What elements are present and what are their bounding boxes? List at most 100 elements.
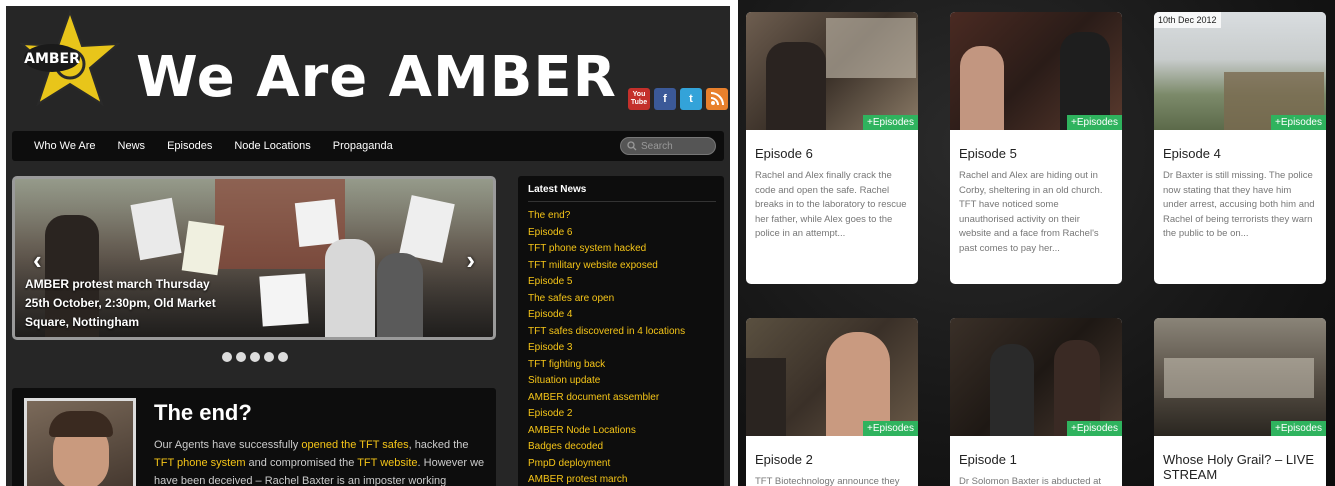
scene-shape bbox=[990, 344, 1034, 436]
news-item[interactable]: TFT safes discovered in 4 locations bbox=[528, 324, 716, 341]
scene-shape bbox=[746, 358, 786, 436]
slider-next-arrow-icon[interactable]: › bbox=[466, 245, 475, 276]
slider-dot[interactable] bbox=[236, 352, 246, 362]
main-nav: Who We Are News Episodes Node Locations … bbox=[12, 131, 724, 161]
news-item[interactable]: The safes are open bbox=[528, 291, 716, 308]
logo-text: AMBER bbox=[24, 51, 80, 67]
episodes-badge[interactable]: +Episodes bbox=[1271, 421, 1326, 436]
news-item[interactable]: PmpD deployment bbox=[528, 456, 716, 473]
latest-news-panel: Latest News The end? Episode 6 TFT phone… bbox=[518, 176, 724, 486]
rss-icon[interactable] bbox=[706, 88, 728, 110]
slide-caption[interactable]: AMBER protest march Thursday 25th Octobe… bbox=[25, 275, 235, 332]
news-item[interactable]: Episode 2 bbox=[528, 406, 716, 423]
episode-title[interactable]: Whose Holy Grail? – LIVE STREAM bbox=[1163, 452, 1318, 482]
news-item[interactable]: Situation update bbox=[528, 373, 716, 390]
episode-description: Rachel and Alex finally crack the code a… bbox=[755, 170, 907, 239]
slider-prev-arrow-icon[interactable]: ‹ bbox=[33, 245, 42, 276]
amber-logo[interactable]: AMBER bbox=[16, 8, 124, 118]
search-input[interactable] bbox=[641, 140, 711, 152]
episode-thumbnail[interactable]: 10th Dec 2012 +Episodes bbox=[1154, 12, 1326, 130]
episode-thumbnail[interactable]: +Episodes bbox=[950, 318, 1122, 436]
article-text: , hacked the bbox=[408, 439, 469, 451]
slider-dot[interactable] bbox=[278, 352, 288, 362]
news-item[interactable]: The end? bbox=[528, 208, 716, 225]
episode-card-2[interactable]: +Episodes Episode 2 TFT Biotechnology an… bbox=[746, 318, 918, 486]
protest-sign bbox=[259, 273, 309, 327]
episode-title[interactable]: Episode 1 bbox=[959, 452, 1114, 467]
nav-item-news[interactable]: News bbox=[118, 140, 146, 152]
news-item[interactable]: TFT military website exposed bbox=[528, 258, 716, 275]
rss-glyph bbox=[710, 92, 724, 106]
scene-shape bbox=[1164, 358, 1314, 398]
nav-item-propaganda[interactable]: Propaganda bbox=[333, 140, 393, 152]
facebook-icon[interactable]: f bbox=[654, 88, 676, 110]
news-item[interactable]: Episode 5 bbox=[528, 274, 716, 291]
amber-site-panel: AMBER We Are AMBER You Tube f t Who We A… bbox=[6, 6, 730, 486]
news-item[interactable]: AMBER Node Locations bbox=[528, 423, 716, 440]
protest-sign bbox=[181, 220, 225, 276]
nav-item-episodes[interactable]: Episodes bbox=[167, 140, 212, 152]
episodes-badge[interactable]: +Episodes bbox=[1067, 421, 1122, 436]
news-item[interactable]: Episode 6 bbox=[528, 225, 716, 242]
slider-dot[interactable] bbox=[264, 352, 274, 362]
slider-dot[interactable] bbox=[250, 352, 260, 362]
episode-thumbnail[interactable]: +Episodes bbox=[746, 12, 918, 130]
article-title[interactable]: The end? bbox=[154, 400, 252, 426]
news-item[interactable]: Episode 3 bbox=[528, 340, 716, 357]
slider-dots bbox=[222, 352, 288, 362]
nav-item-node-locations[interactable]: Node Locations bbox=[234, 140, 310, 152]
episode-description: Rachel and Alex are hiding out in Corby,… bbox=[959, 170, 1103, 254]
news-item[interactable]: TFT phone system hacked bbox=[528, 241, 716, 258]
scene-shape bbox=[766, 42, 826, 130]
episode-description: TFT Biotechnology announce they bbox=[755, 476, 900, 486]
hair-shape bbox=[49, 411, 113, 437]
news-list: The end? Episode 6 TFT phone system hack… bbox=[528, 208, 716, 486]
article-thumbnail[interactable] bbox=[24, 398, 136, 486]
article-text: Our Agents have successfully bbox=[154, 439, 302, 451]
link-tft-website[interactable]: TFT website bbox=[357, 457, 417, 469]
episode-card-4[interactable]: 10th Dec 2012 +Episodes Episode 4 Dr Bax… bbox=[1154, 12, 1326, 284]
news-item[interactable]: Badges decoded bbox=[528, 439, 716, 456]
link-tft-phone-system[interactable]: TFT phone system bbox=[154, 457, 246, 469]
episode-card-live-stream[interactable]: +Episodes Whose Holy Grail? – LIVE STREA… bbox=[1154, 318, 1326, 486]
featured-article: The end? Our Agents have successfully op… bbox=[12, 388, 496, 486]
social-links: You Tube f t bbox=[628, 88, 728, 110]
episode-card-5[interactable]: +Episodes Episode 5 Rachel and Alex are … bbox=[950, 12, 1122, 284]
twitter-icon[interactable]: t bbox=[680, 88, 702, 110]
news-item[interactable]: AMBER document assembler bbox=[528, 390, 716, 407]
article-text: and compromised the bbox=[245, 457, 358, 469]
episode-title[interactable]: Episode 4 bbox=[1163, 146, 1318, 161]
nav-item-who-we-are[interactable]: Who We Are bbox=[34, 140, 96, 152]
date-tag: 10th Dec 2012 bbox=[1154, 12, 1221, 28]
episode-thumbnail[interactable]: +Episodes bbox=[950, 12, 1122, 130]
news-item[interactable]: TFT fighting back bbox=[528, 357, 716, 374]
episodes-badge[interactable]: +Episodes bbox=[1067, 115, 1122, 130]
protest-sign bbox=[294, 199, 340, 247]
news-item[interactable]: Episode 4 bbox=[528, 307, 716, 324]
site-title[interactable]: We Are AMBER bbox=[136, 50, 617, 106]
link-tft-safes[interactable]: opened the TFT safes bbox=[301, 439, 408, 451]
scene-shape bbox=[826, 18, 916, 78]
person bbox=[377, 253, 423, 337]
scene-shape bbox=[960, 46, 1004, 130]
episode-description: Dr Baxter is still missing. The police n… bbox=[1163, 170, 1315, 239]
episode-title[interactable]: Episode 5 bbox=[959, 146, 1114, 161]
youtube-icon[interactable]: You Tube bbox=[628, 88, 650, 110]
search-icon bbox=[627, 141, 637, 151]
episode-thumbnail[interactable]: +Episodes bbox=[1154, 318, 1326, 436]
hero-slider[interactable]: AMBER protest march Thursday 25th Octobe… bbox=[12, 176, 496, 340]
episode-thumbnail[interactable]: +Episodes bbox=[746, 318, 918, 436]
episode-card-6[interactable]: +Episodes Episode 6 Rachel and Alex fina… bbox=[746, 12, 918, 284]
slider-dot[interactable] bbox=[222, 352, 232, 362]
episodes-badge[interactable]: +Episodes bbox=[863, 115, 918, 130]
news-item[interactable]: AMBER protest march bbox=[528, 472, 716, 486]
episodes-badge[interactable]: +Episodes bbox=[863, 421, 918, 436]
episode-title[interactable]: Episode 2 bbox=[755, 452, 910, 467]
episode-title[interactable]: Episode 6 bbox=[755, 146, 910, 161]
episode-card-1[interactable]: +Episodes Episode 1 Dr Solomon Baxter is… bbox=[950, 318, 1122, 486]
search-box[interactable] bbox=[620, 137, 716, 155]
person bbox=[325, 239, 375, 337]
episode-description: Dr Solomon Baxter is abducted at bbox=[959, 476, 1102, 486]
latest-news-heading: Latest News bbox=[528, 184, 716, 202]
episodes-badge[interactable]: +Episodes bbox=[1271, 115, 1326, 130]
